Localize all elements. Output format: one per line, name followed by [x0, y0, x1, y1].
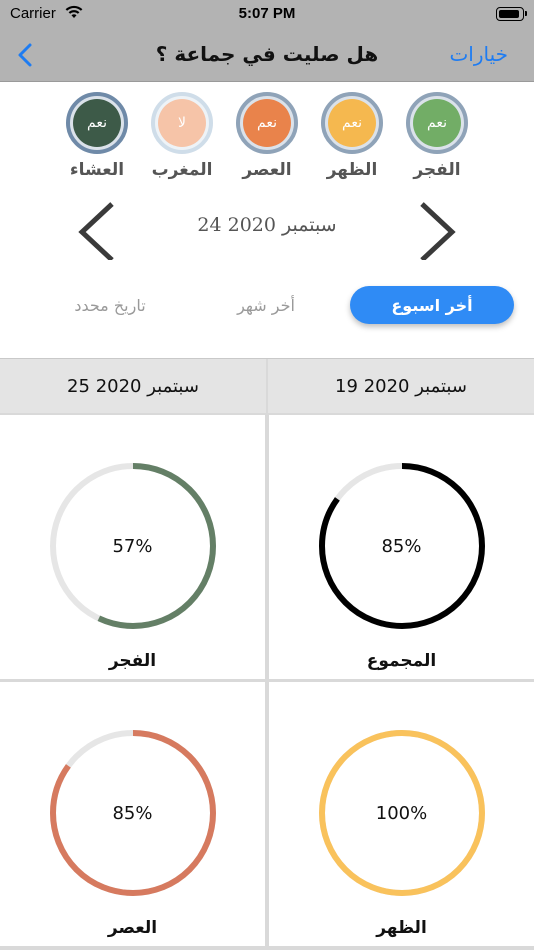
stat-label: الظهر [376, 918, 427, 938]
prayer-isha[interactable]: نعم العشاء [52, 92, 142, 180]
prayer-status-circle[interactable]: نعم [66, 92, 128, 154]
prayer-status-label: نعم [413, 99, 461, 147]
range-segment-control: تاريخ محدد أخر شهر أخر اسبوع [0, 284, 534, 326]
prayer-status-label: نعم [328, 99, 376, 147]
status-time: 5:07 PM [238, 5, 296, 22]
date-navigator: 24 سبتمبر 2020 [0, 196, 534, 266]
prayer-status-circle[interactable]: نعم [406, 92, 468, 154]
stats-grid: 25 سبتمبر 2020 19 سبتمبر 2020 85% المجمو… [0, 358, 534, 950]
segment-last-month[interactable]: أخر شهر [196, 286, 336, 324]
stat-label: المجموع [366, 651, 437, 671]
prayer-status-label: لا [158, 99, 206, 147]
prayer-name: الظهر [326, 160, 378, 180]
next-day-chevron-icon[interactable] [416, 200, 458, 264]
range-start-date: 19 سبتمبر 2020 [268, 359, 534, 413]
navigation-bar: هل صليت في جماعة ؟ خيارات [0, 30, 534, 82]
prayer-status-label: نعم [73, 99, 121, 147]
range-end-date: 25 سبتمبر 2020 [0, 359, 266, 413]
stat-percent: 85% [381, 536, 422, 557]
status-bar: Carrier 5:07 PM [0, 0, 534, 30]
prayer-status-circle[interactable]: نعم [236, 92, 298, 154]
stat-cell-total: 85% المجموع [269, 415, 534, 679]
stat-cell-asr: 85% العصر [0, 682, 265, 946]
prayer-status-circle[interactable]: لا [151, 92, 213, 154]
stat-percent: 57% [112, 536, 153, 557]
segment-last-week[interactable]: أخر اسبوع [350, 286, 514, 324]
prayer-status-row: نعم الفجر نعم الظهر نعم العصر لا المغرب … [0, 92, 534, 182]
stat-label: العصر [107, 918, 158, 938]
prayer-name: الفجر [413, 160, 461, 180]
prayer-status-label: نعم [243, 99, 291, 147]
segment-specific-date[interactable]: تاريخ محدد [40, 286, 180, 324]
stat-cell-dhuhr: 100% الظهر [269, 682, 534, 946]
stat-percent: 85% [112, 803, 153, 824]
prayer-name: العصر [242, 160, 292, 180]
prayer-asr[interactable]: نعم العصر [222, 92, 312, 180]
battery-icon [496, 7, 527, 21]
prayer-maghrib[interactable]: لا المغرب [137, 92, 227, 180]
prayer-status-circle[interactable]: نعم [321, 92, 383, 154]
options-button[interactable]: خيارات [449, 42, 508, 66]
prayer-name: المغرب [151, 160, 213, 180]
prayer-dhuhr[interactable]: نعم الظهر [307, 92, 397, 180]
stat-percent: 100% [375, 803, 428, 824]
prayer-fajr[interactable]: نعم الفجر [392, 92, 482, 180]
prayer-name: العشاء [69, 160, 125, 180]
stat-cell-fajr: 57% الفجر [0, 415, 265, 679]
stat-label: الفجر [108, 651, 157, 671]
